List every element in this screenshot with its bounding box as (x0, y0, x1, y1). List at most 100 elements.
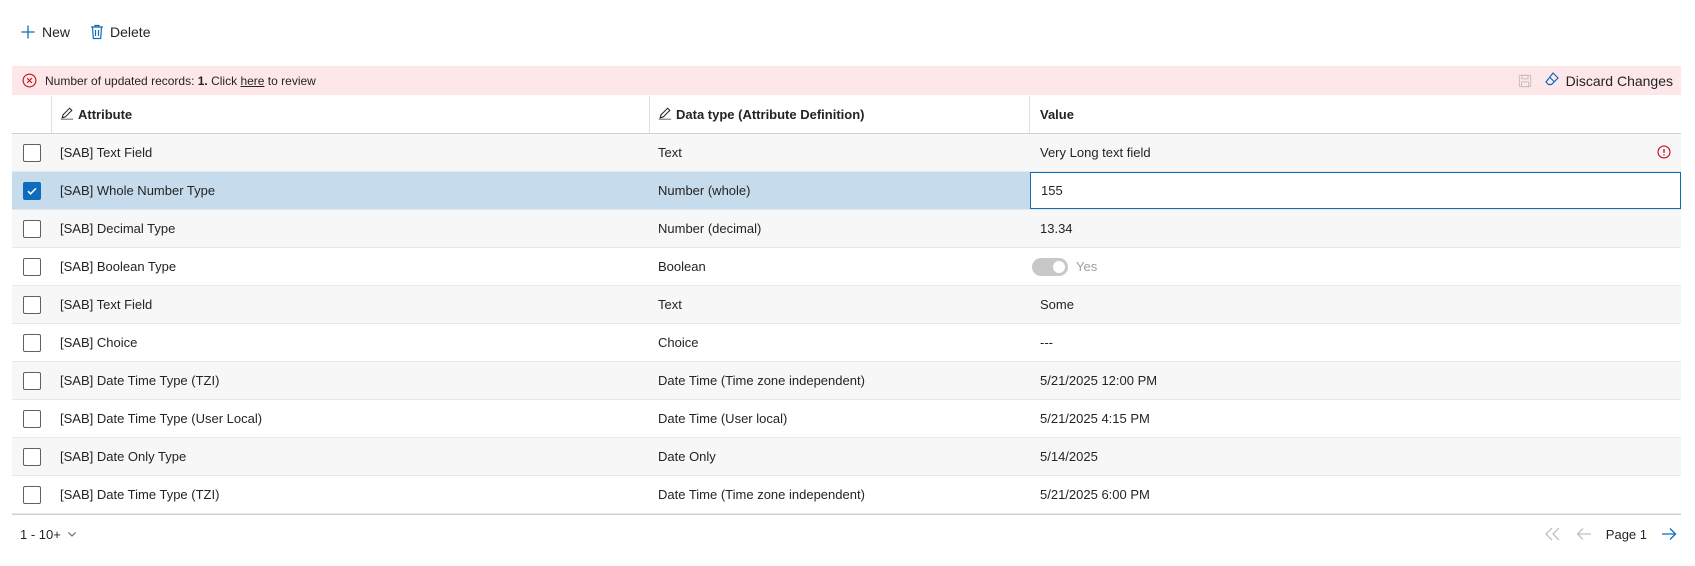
toggle-label: Yes (1076, 259, 1098, 274)
row-checkbox[interactable] (23, 257, 41, 276)
next-page-icon[interactable] (1661, 527, 1677, 541)
attribute-cell: [SAB] Date Time Type (TZI) (60, 373, 220, 388)
edit-pencil-icon (60, 106, 74, 123)
chevron-down-icon (67, 527, 77, 542)
value-cell[interactable]: 5/21/2025 4:15 PM (1030, 400, 1681, 437)
grid-body: [SAB] Text Field Text Very Long text fie… (12, 134, 1681, 514)
grid-bottom-border (12, 514, 1681, 515)
value-cell[interactable]: 5/14/2025 (1030, 438, 1681, 475)
row-checkbox[interactable] (23, 333, 41, 352)
row-checkbox[interactable] (23, 295, 41, 314)
column-header-attribute-label: Attribute (78, 107, 133, 122)
column-header-data-type-label: Data type (Attribute Definition) (676, 107, 865, 122)
new-button-label: New (42, 24, 71, 40)
value-cell[interactable]: Some (1030, 286, 1681, 323)
attribute-cell: [SAB] Whole Number Type (60, 183, 216, 198)
delete-button[interactable]: Delete (82, 16, 158, 48)
grid-header: Attribute Data type (Attribute Definitio… (12, 96, 1681, 134)
error-exclamation-icon[interactable] (1657, 145, 1671, 159)
edit-pencil-icon (658, 106, 672, 123)
row-checkbox[interactable] (23, 219, 41, 238)
column-header-attribute[interactable]: Attribute (52, 96, 650, 133)
delete-button-label: Delete (110, 24, 151, 40)
first-page-icon[interactable] (1544, 527, 1562, 541)
table-row[interactable]: [SAB] Date Time Type (TZI) Date Time (Ti… (12, 476, 1681, 514)
row-checkbox[interactable] (23, 447, 41, 466)
column-header-value-label: Value (1040, 107, 1074, 122)
previous-page-icon[interactable] (1576, 527, 1592, 541)
data-type-cell: Date Only (658, 449, 716, 464)
table-row[interactable]: [SAB] Text Field Text Some (12, 286, 1681, 324)
table-row[interactable]: [SAB] Boolean Type Boolean Yes (12, 248, 1681, 286)
record-range-dropdown[interactable]: 1 - 10+ (12, 527, 77, 542)
value-cell[interactable]: Very Long text field (1030, 134, 1681, 171)
data-type-cell: Date Time (Time zone independent) (658, 373, 865, 388)
row-checkbox[interactable] (23, 485, 41, 504)
value-text: 13.34 (1040, 221, 1073, 236)
pagination: Page 1 (1544, 527, 1677, 542)
attribute-cell: [SAB] Date Only Type (60, 449, 187, 464)
value-text: 5/21/2025 12:00 PM (1040, 373, 1158, 388)
value-text: Some (1040, 297, 1074, 312)
data-type-cell: Text (658, 145, 682, 160)
data-type-cell: Text (658, 297, 682, 312)
attribute-cell: [SAB] Boolean Type (60, 259, 177, 274)
value-input[interactable]: 155 (1041, 183, 1063, 198)
row-checkbox-checked[interactable] (23, 181, 41, 200)
value-text: Very Long text field (1040, 145, 1151, 160)
column-header-value[interactable]: Value (1030, 96, 1681, 133)
data-type-cell: Date Time (Time zone independent) (658, 487, 865, 502)
table-row[interactable]: [SAB] Date Time Type (TZI) Date Time (Ti… (12, 362, 1681, 400)
value-cell[interactable]: Yes (1030, 248, 1681, 285)
record-range-label: 1 - 10+ (20, 526, 61, 542)
command-bar: New Delete (12, 16, 158, 48)
discard-changes-button[interactable]: Discard Changes (1544, 71, 1673, 90)
value-cell[interactable]: 13.34 (1030, 210, 1681, 247)
updated-records-banner: Number of updated records: 1. Click here… (12, 66, 1681, 95)
save-icon[interactable] (1518, 74, 1532, 88)
table-row[interactable]: [SAB] Decimal Type Number (decimal) 13.3… (12, 210, 1681, 248)
value-cell[interactable]: 5/21/2025 12:00 PM (1030, 362, 1681, 399)
review-link[interactable]: here (240, 74, 264, 88)
banner-text-click: Click (207, 73, 241, 88)
banner-text-after: to review (264, 73, 316, 88)
attributes-grid: Attribute Data type (Attribute Definitio… (12, 96, 1681, 515)
new-button[interactable]: New (12, 16, 78, 48)
value-cell[interactable]: --- (1030, 324, 1681, 361)
data-type-cell: Boolean (658, 259, 706, 274)
attribute-cell: [SAB] Text Field (60, 145, 153, 160)
row-checkbox[interactable] (23, 371, 41, 390)
value-cell-editing[interactable]: 155 (1030, 172, 1681, 209)
eraser-icon (1544, 71, 1560, 90)
discard-changes-label: Discard Changes (1565, 72, 1673, 89)
value-text: 5/14/2025 (1040, 449, 1098, 464)
value-cell[interactable]: 5/21/2025 6:00 PM (1030, 476, 1681, 513)
table-row[interactable]: [SAB] Date Only Type Date Only 5/14/2025 (12, 438, 1681, 476)
banner-count: 1. (197, 73, 208, 88)
toggle-knob (1053, 260, 1065, 273)
table-row[interactable]: [SAB] Date Time Type (User Local) Date T… (12, 400, 1681, 438)
data-type-cell: Date Time (User local) (658, 411, 788, 426)
row-checkbox[interactable] (23, 143, 41, 162)
table-row[interactable]: [SAB] Text Field Text Very Long text fie… (12, 134, 1681, 172)
grid-footer: 1 - 10+ Page 1 (12, 520, 1681, 548)
attribute-cell: [SAB] Choice (60, 335, 138, 350)
data-type-cell: Number (decimal) (658, 221, 762, 236)
value-text: --- (1040, 335, 1053, 350)
checkmark-icon (27, 187, 37, 195)
boolean-toggle[interactable] (1032, 257, 1068, 276)
data-type-cell: Choice (658, 335, 699, 350)
page-number-label: Page 1 (1605, 526, 1647, 542)
table-row-selected[interactable]: [SAB] Whole Number Type Number (whole) 1… (12, 172, 1681, 210)
row-checkbox[interactable] (23, 409, 41, 428)
attribute-cell: [SAB] Date Time Type (User Local) (60, 411, 263, 426)
error-circle-icon (22, 73, 37, 88)
column-header-data-type[interactable]: Data type (Attribute Definition) (650, 96, 1030, 133)
data-type-cell: Number (whole) (658, 183, 751, 198)
attribute-cell: [SAB] Date Time Type (TZI) (60, 487, 220, 502)
attribute-cell: [SAB] Text Field (60, 297, 153, 312)
select-all-column[interactable] (12, 96, 52, 133)
value-text: 5/21/2025 6:00 PM (1040, 487, 1150, 502)
banner-message: Number of updated records: 1. Click here… (45, 74, 316, 88)
table-row[interactable]: [SAB] Choice Choice --- (12, 324, 1681, 362)
